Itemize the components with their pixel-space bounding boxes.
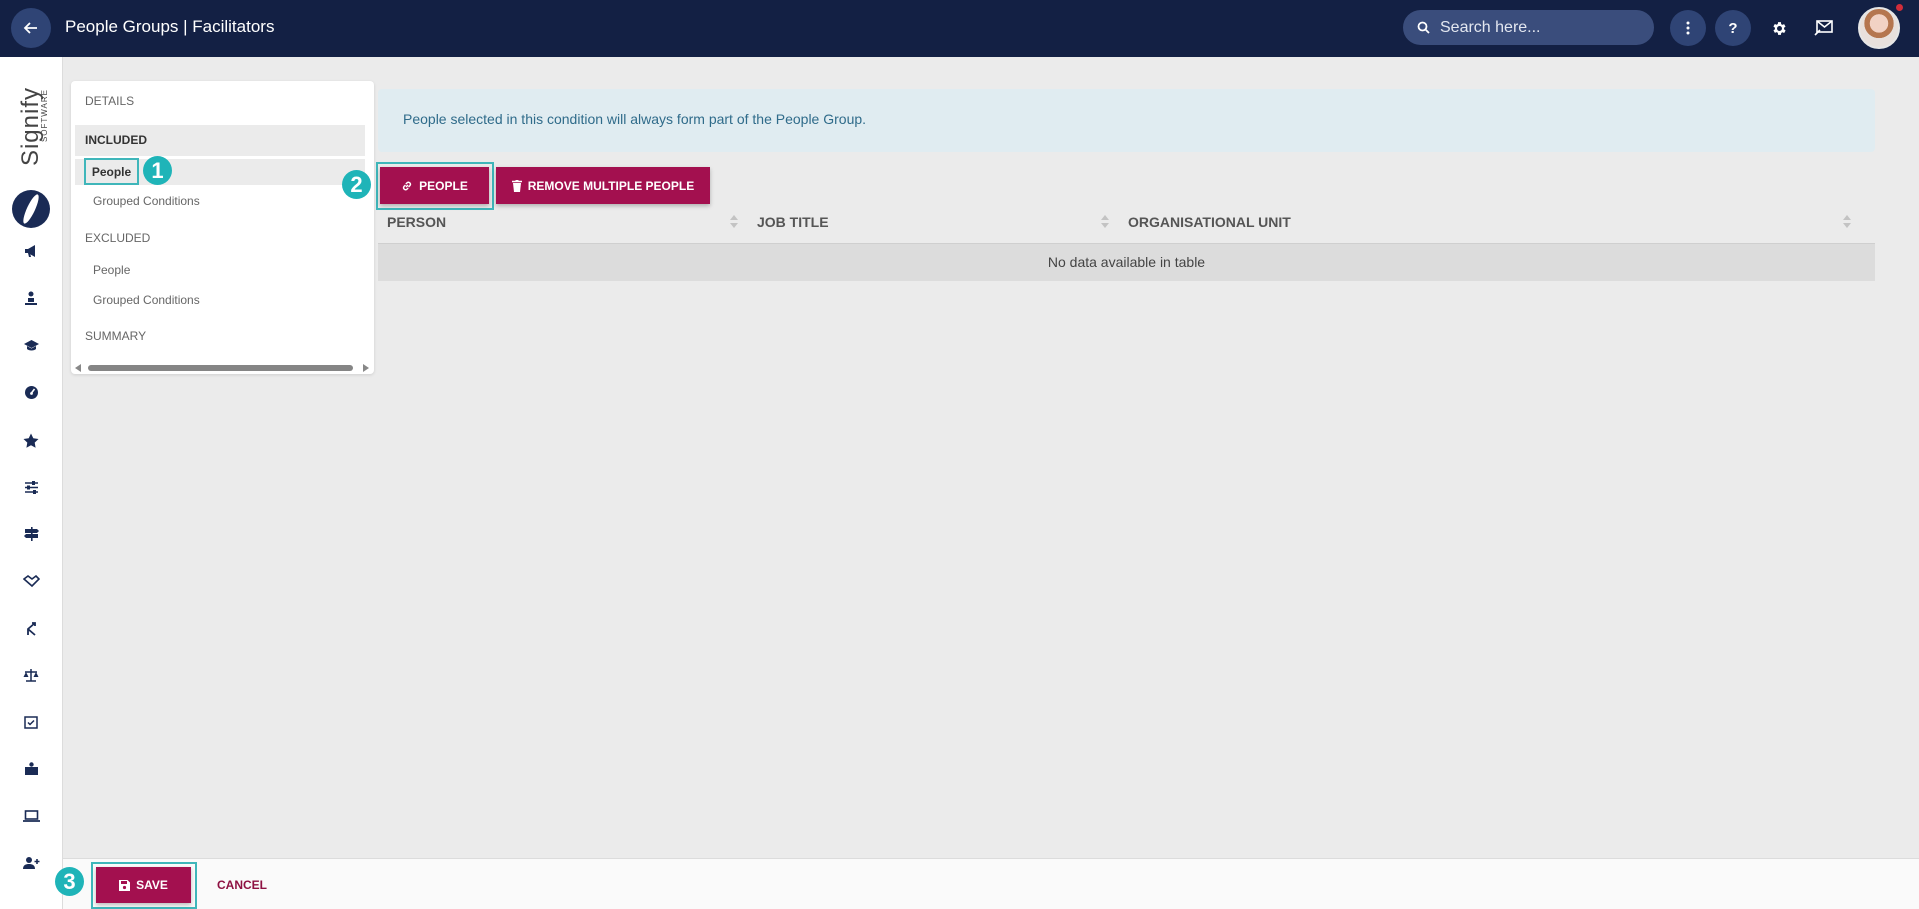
gear-icon — [1772, 21, 1786, 35]
settings-button[interactable] — [1766, 15, 1792, 41]
logo-mark — [12, 190, 50, 228]
save-label: SAVE — [136, 878, 168, 892]
scroll-left-icon[interactable] — [75, 364, 81, 372]
table-header: PERSON JOB TITLE ORGANISATIONAL UNIT — [378, 207, 1875, 244]
left-rail: Signify SOFTWARE — [0, 57, 63, 909]
signify-logo: Signify SOFTWARE — [12, 87, 52, 259]
more-options-button[interactable] — [1670, 10, 1706, 46]
nav-summary[interactable]: SUMMARY — [85, 329, 146, 343]
more-vertical-icon — [1686, 21, 1690, 35]
horizontal-scrollbar[interactable] — [74, 363, 371, 373]
nav-included[interactable]: INCLUDED — [75, 125, 365, 156]
page-title: People Groups | Facilitators — [65, 17, 275, 36]
logo-subtext: SOFTWARE — [40, 89, 49, 143]
megaphone-icon[interactable] — [20, 240, 42, 262]
column-header-person[interactable]: PERSON — [387, 207, 446, 244]
step-badge-3: 3 — [55, 867, 84, 896]
nav-excluded[interactable]: EXCLUDED — [85, 231, 150, 245]
sort-icon[interactable] — [730, 215, 738, 229]
search-icon — [1417, 21, 1430, 34]
cancel-button[interactable]: CANCEL — [217, 878, 267, 892]
laptop-icon[interactable] — [20, 805, 42, 827]
link-icon — [401, 180, 413, 192]
column-header-job-title[interactable]: JOB TITLE — [757, 207, 829, 244]
link-people-button[interactable]: PEOPLE — [380, 167, 489, 204]
graduation-cap-icon[interactable] — [20, 334, 42, 356]
sort-icon[interactable] — [1843, 215, 1851, 229]
help-icon: ? — [1728, 19, 1738, 37]
handshake-icon[interactable] — [20, 570, 42, 592]
save-button[interactable]: SAVE — [96, 867, 191, 903]
route-icon[interactable] — [20, 617, 42, 639]
star-icon[interactable] — [20, 429, 42, 451]
user-avatar[interactable] — [1858, 7, 1900, 49]
remove-multiple-people-label: REMOVE MULTIPLE PEOPLE — [527, 178, 695, 193]
sliders-icon[interactable] — [20, 476, 42, 498]
step-badge-2: 2 — [342, 170, 371, 199]
nav-excluded-grouped-conditions[interactable]: Grouped Conditions — [93, 293, 200, 307]
scroll-right-icon[interactable] — [363, 364, 369, 372]
column-header-organisational-unit[interactable]: ORGANISATIONAL UNIT — [1128, 207, 1291, 244]
footer-bar — [63, 858, 1919, 909]
scales-icon[interactable] — [20, 664, 42, 686]
help-button[interactable]: ? — [1715, 10, 1751, 46]
signpost-icon[interactable] — [20, 523, 42, 545]
calendar-check-icon[interactable] — [20, 711, 42, 733]
remove-multiple-people-button[interactable]: REMOVE MULTIPLE PEOPLE — [496, 167, 710, 204]
nav-included-grouped-conditions[interactable]: Grouped Conditions — [93, 194, 200, 208]
search-placeholder: Search here... — [1440, 18, 1541, 36]
table-empty-row: No data available in table — [378, 244, 1875, 281]
nav-excluded-people[interactable]: People — [93, 263, 130, 277]
user-plus-icon[interactable] — [20, 852, 42, 874]
search-input[interactable]: Search here... — [1403, 10, 1654, 45]
nav-details[interactable]: DETAILS — [85, 94, 134, 108]
messages-icon — [1813, 20, 1833, 36]
info-banner: People selected in this condition will a… — [378, 89, 1875, 152]
notification-dot — [1896, 4, 1903, 11]
top-bar: People Groups | Facilitators Search here… — [0, 0, 1919, 57]
messages-button[interactable] — [1810, 15, 1836, 41]
briefcase-user-icon[interactable] — [20, 758, 42, 780]
back-button[interactable] — [11, 8, 51, 48]
scroll-thumb[interactable] — [88, 365, 353, 371]
link-people-label: PEOPLE — [419, 178, 468, 193]
condition-nav-panel: DETAILS INCLUDED People Grouped Conditio… — [71, 81, 374, 374]
back-arrow-icon — [23, 22, 37, 34]
trash-icon — [511, 179, 522, 192]
gauge-icon[interactable] — [20, 381, 42, 403]
sort-icon[interactable] — [1101, 215, 1109, 229]
step-badge-1: 1 — [143, 156, 172, 185]
floppy-disk-icon — [119, 879, 131, 891]
person-podium-icon[interactable] — [20, 287, 42, 309]
people-table: PERSON JOB TITLE ORGANISATIONAL UNIT No … — [378, 207, 1875, 281]
nav-included-people[interactable]: People — [84, 158, 139, 185]
